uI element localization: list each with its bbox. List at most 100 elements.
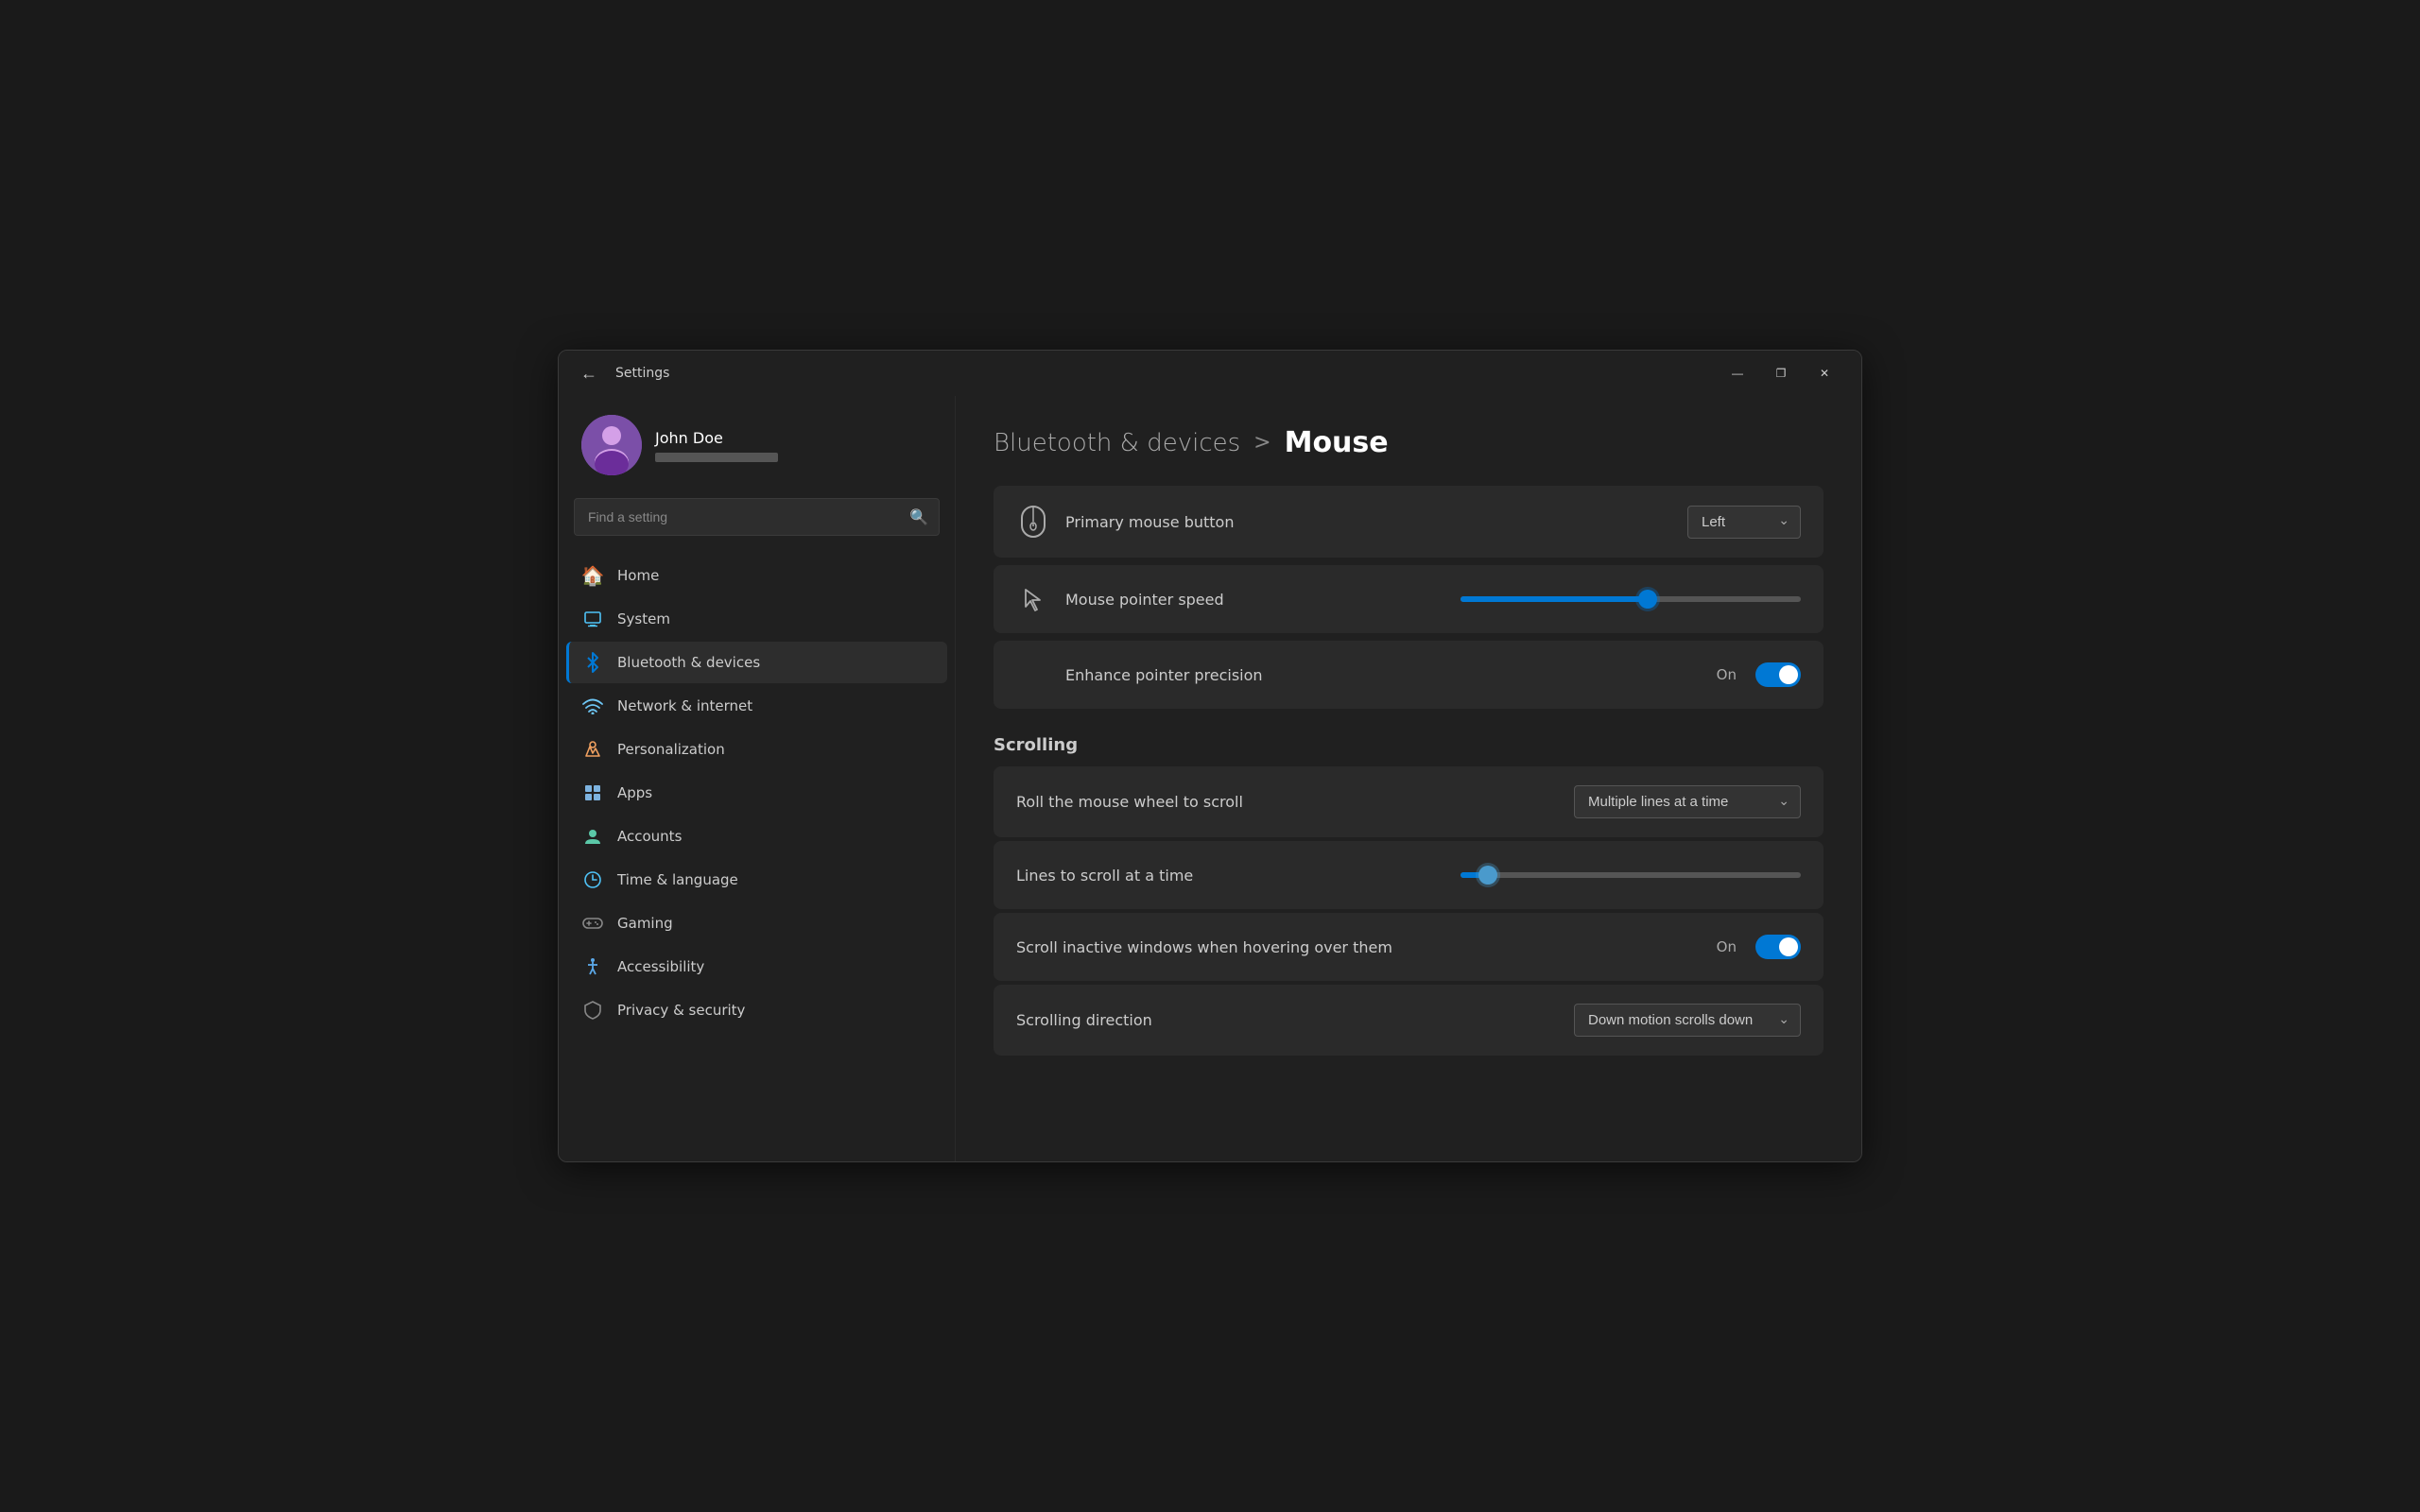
primary-mouse-button-dropdown-wrapper: Left Right	[1687, 506, 1801, 539]
roll-mouse-wheel-dropdown[interactable]: Multiple lines at a time One screen at a…	[1574, 785, 1801, 818]
roll-mouse-wheel-dropdown-wrapper: Multiple lines at a time One screen at a…	[1574, 785, 1801, 818]
sidebar: John Doe 🔍 🏠 Home System	[559, 396, 956, 1161]
user-name: John Doe	[655, 429, 778, 447]
roll-mouse-wheel-control: Multiple lines at a time One screen at a…	[1574, 785, 1801, 818]
content-area: John Doe 🔍 🏠 Home System	[559, 396, 1861, 1161]
back-button[interactable]: ←	[574, 358, 604, 388]
scroll-inactive-toggle[interactable]	[1755, 935, 1801, 959]
accessibility-icon	[581, 955, 604, 978]
scrolling-direction-dropdown[interactable]: Down motion scrolls down Down motion scr…	[1574, 1004, 1801, 1037]
sidebar-item-system[interactable]: System	[566, 598, 947, 640]
titlebar: ← Settings — ❐ ✕	[559, 351, 1861, 396]
lines-to-scroll-card: Lines to scroll at a time	[994, 841, 1824, 909]
enhance-pointer-precision-card: Enhance pointer precision On	[994, 641, 1824, 709]
sidebar-label-accessibility: Accessibility	[617, 958, 704, 975]
scroll-inactive-toggle-knob	[1779, 937, 1798, 956]
sidebar-label-bluetooth: Bluetooth & devices	[617, 654, 760, 671]
system-icon	[581, 608, 604, 630]
sidebar-label-gaming: Gaming	[617, 915, 673, 932]
search-box: 🔍	[574, 498, 940, 536]
scrolling-direction-row: Scrolling direction Down motion scrolls …	[994, 985, 1824, 1056]
scroll-slider-track[interactable]	[1461, 872, 1801, 878]
sidebar-item-privacy[interactable]: Privacy & security	[566, 989, 947, 1031]
scroll-inactive-card: Scroll inactive windows when hovering ov…	[994, 913, 1824, 981]
roll-mouse-wheel-label: Roll the mouse wheel to scroll	[1016, 793, 1574, 811]
user-profile: John Doe	[559, 396, 955, 498]
lines-to-scroll-control	[1461, 872, 1801, 878]
accounts-icon	[581, 825, 604, 848]
scrolling-direction-control: Down motion scrolls down Down motion scr…	[1574, 1004, 1801, 1037]
speed-slider-fill	[1461, 596, 1648, 602]
sidebar-label-time: Time & language	[617, 871, 738, 888]
gaming-icon	[581, 912, 604, 935]
breadcrumb-parent[interactable]: Bluetooth & devices	[994, 429, 1240, 457]
primary-mouse-button-control: Left Right	[1687, 506, 1801, 539]
sidebar-item-bluetooth[interactable]: Bluetooth & devices	[566, 642, 947, 683]
sidebar-label-system: System	[617, 610, 670, 627]
scroll-inactive-control: On	[1717, 935, 1801, 959]
mouse-pointer-speed-row: Mouse pointer speed	[994, 565, 1824, 633]
page-header: Bluetooth & devices > Mouse	[994, 426, 1824, 459]
primary-mouse-button-dropdown[interactable]: Left Right	[1687, 506, 1801, 539]
primary-mouse-button-row: Primary mouse button Left Right	[994, 486, 1824, 558]
scroll-slider-thumb[interactable]	[1478, 866, 1497, 885]
toggle-knob	[1779, 665, 1798, 684]
enhance-pointer-precision-row: Enhance pointer precision On	[994, 641, 1824, 709]
titlebar-left: ← Settings	[574, 358, 1716, 388]
user-info: John Doe	[655, 429, 778, 462]
home-icon: 🏠	[581, 564, 604, 587]
speed-slider-thumb[interactable]	[1638, 590, 1657, 609]
enhance-pointer-precision-control: On	[1717, 662, 1801, 687]
maximize-button[interactable]: ❐	[1759, 358, 1803, 388]
network-icon	[581, 695, 604, 717]
sidebar-item-apps[interactable]: Apps	[566, 772, 947, 814]
nav-list: 🏠 Home System Bluetooth & devices	[559, 551, 955, 1037]
scroll-inactive-row: Scroll inactive windows when hovering ov…	[994, 913, 1824, 981]
mouse-pointer-speed-card: Mouse pointer speed	[994, 565, 1824, 633]
sidebar-label-personalization: Personalization	[617, 741, 725, 758]
enhance-pointer-precision-toggle[interactable]	[1755, 662, 1801, 687]
time-icon	[581, 868, 604, 891]
titlebar-title: Settings	[615, 366, 669, 381]
sidebar-item-accessibility[interactable]: Accessibility	[566, 946, 947, 988]
sidebar-label-privacy: Privacy & security	[617, 1002, 745, 1019]
lines-to-scroll-row: Lines to scroll at a time	[994, 841, 1824, 909]
sidebar-label-network: Network & internet	[617, 697, 752, 714]
privacy-icon	[581, 999, 604, 1022]
mouse-pointer-speed-control	[1461, 596, 1801, 602]
sidebar-label-apps: Apps	[617, 784, 652, 801]
scrolling-direction-card: Scrolling direction Down motion scrolls …	[994, 985, 1824, 1056]
scrolling-heading: Scrolling	[994, 735, 1824, 755]
avatar-image	[581, 415, 642, 475]
sidebar-item-home[interactable]: 🏠 Home	[566, 555, 947, 596]
mouse-pointer-speed-label: Mouse pointer speed	[1065, 591, 1461, 609]
scroll-inactive-value: On	[1717, 938, 1737, 955]
scrolling-direction-label: Scrolling direction	[1016, 1011, 1574, 1029]
sidebar-item-accounts[interactable]: Accounts	[566, 816, 947, 857]
roll-mouse-wheel-row: Roll the mouse wheel to scroll Multiple …	[994, 766, 1824, 837]
sidebar-item-personalization[interactable]: Personalization	[566, 729, 947, 770]
lines-to-scroll-label: Lines to scroll at a time	[1016, 867, 1461, 885]
scrolling-direction-dropdown-wrapper: Down motion scrolls down Down motion scr…	[1574, 1004, 1801, 1037]
minimize-button[interactable]: —	[1716, 358, 1759, 388]
enhance-pointer-precision-value: On	[1717, 666, 1737, 683]
sidebar-label-home: Home	[617, 567, 659, 584]
main-content: Bluetooth & devices > Mouse Primary mous…	[956, 396, 1861, 1161]
search-input[interactable]	[574, 498, 940, 536]
roll-mouse-wheel-card: Roll the mouse wheel to scroll Multiple …	[994, 766, 1824, 837]
settings-window: ← Settings — ❐ ✕	[558, 350, 1862, 1162]
sidebar-label-accounts: Accounts	[617, 828, 682, 845]
mouse-icon	[1016, 505, 1050, 539]
avatar	[581, 415, 642, 475]
primary-mouse-button-card: Primary mouse button Left Right	[994, 486, 1824, 558]
speed-slider-track[interactable]	[1461, 596, 1801, 602]
bluetooth-icon	[581, 651, 604, 674]
sidebar-item-network[interactable]: Network & internet	[566, 685, 947, 727]
titlebar-controls: — ❐ ✕	[1716, 358, 1846, 388]
sidebar-item-gaming[interactable]: Gaming	[566, 902, 947, 944]
close-button[interactable]: ✕	[1803, 358, 1846, 388]
enhance-pointer-precision-label: Enhance pointer precision	[1016, 666, 1717, 684]
scroll-inactive-label: Scroll inactive windows when hovering ov…	[1016, 938, 1717, 956]
sidebar-item-time[interactable]: Time & language	[566, 859, 947, 901]
user-account-bar	[655, 453, 778, 462]
